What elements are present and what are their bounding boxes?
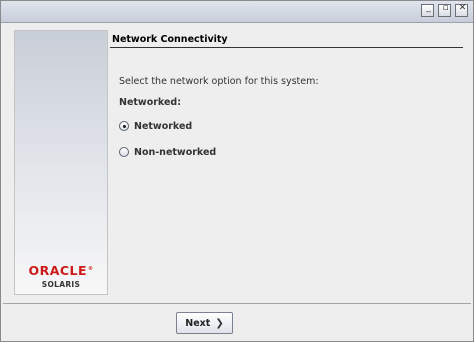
maximize-icon: ▫ <box>442 3 449 13</box>
minimize-icon: _ <box>426 3 431 13</box>
brand-name: ORACLE <box>28 263 88 279</box>
branding-sidebar: ORACLE® SOLARIS <box>14 30 108 295</box>
option-non-networked[interactable]: Non-networked <box>119 145 216 159</box>
instruction-text: Select the network option for this syste… <box>119 76 319 87</box>
product-name: SOLARIS <box>41 280 81 289</box>
oracle-logo: ORACLE® <box>15 263 107 277</box>
title-bar[interactable]: _ ▫ ✕ <box>1 1 473 23</box>
minimize-button[interactable]: _ <box>421 3 434 17</box>
networked-label: Networked <box>134 120 193 132</box>
installer-window: _ ▫ ✕ ORACLE® SOLARIS Network Connectivi… <box>0 0 474 342</box>
next-button[interactable]: Next ❯ <box>176 312 233 334</box>
maximize-button[interactable]: ▫ <box>438 3 451 17</box>
content-area: ORACLE® SOLARIS Network Connectivity Sel… <box>3 23 471 304</box>
button-bar: Next ❯ <box>3 304 471 341</box>
trademark-mark: ® <box>88 266 94 272</box>
option-networked[interactable]: Networked <box>119 119 192 133</box>
page-title: Network Connectivity <box>112 34 228 45</box>
close-button[interactable]: ✕ <box>455 3 468 17</box>
non-networked-label: Non-networked <box>134 146 217 158</box>
non-networked-radio[interactable] <box>119 147 129 157</box>
close-icon: ✕ <box>458 3 467 13</box>
title-divider <box>110 47 463 48</box>
networked-radio[interactable] <box>119 121 129 131</box>
option-group-label: Networked: <box>119 97 182 108</box>
next-button-label: Next <box>185 317 211 329</box>
chevron-right-double-icon: ❯ <box>215 317 224 329</box>
